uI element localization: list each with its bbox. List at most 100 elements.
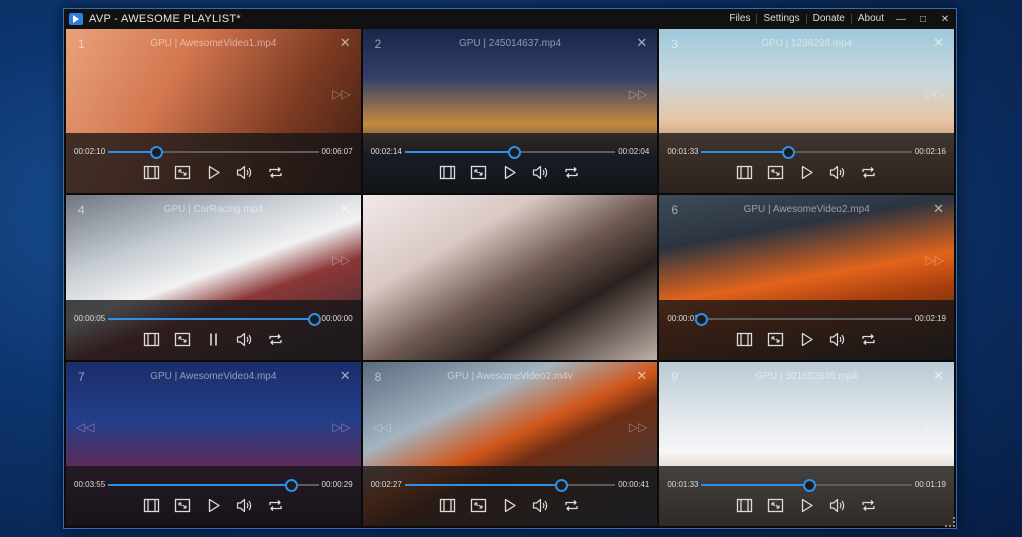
play-icon[interactable] (798, 498, 815, 513)
close-icon[interactable]: ✕ (933, 35, 944, 51)
skip-forward-icon[interactable]: ▷▷ (332, 420, 350, 434)
skip-forward-icon[interactable]: ▷▷ (926, 253, 944, 267)
seek-bar[interactable] (695, 312, 912, 326)
control-buttons (659, 498, 954, 513)
close-icon[interactable]: ✕ (933, 201, 944, 217)
repeat-icon[interactable] (563, 165, 580, 180)
menu-files[interactable]: Files (723, 14, 756, 24)
seek-bar[interactable] (108, 312, 322, 326)
total-time: 00:00:41 (618, 479, 650, 489)
skip-forward-icon[interactable]: ▷▷ (629, 87, 647, 101)
volume-icon[interactable] (236, 498, 253, 513)
title-bar[interactable]: AVP - AWESOME PLAYLIST* Files Settings D… (64, 9, 956, 29)
repeat-icon[interactable] (563, 498, 580, 513)
playlist-icon[interactable] (143, 498, 160, 513)
seek-handle[interactable] (508, 146, 522, 160)
skip-forward-icon[interactable]: ▷▷ (926, 87, 944, 101)
video-cell[interactable] (362, 195, 658, 360)
seek-handle[interactable] (695, 312, 709, 326)
play-icon[interactable] (205, 498, 222, 513)
seek-handle[interactable] (285, 478, 299, 492)
fullscreen-icon[interactable] (174, 498, 191, 513)
minimize-icon[interactable]: — (890, 14, 912, 25)
skip-forward-icon[interactable]: ▷▷ (332, 87, 350, 101)
menu-donate[interactable]: Donate (805, 14, 851, 24)
skip-forward-icon[interactable]: ▷▷ (332, 253, 350, 267)
seek-handle[interactable] (554, 478, 568, 492)
playlist-icon[interactable] (736, 332, 753, 347)
play-icon[interactable] (501, 165, 518, 180)
maximize-icon[interactable]: □ (912, 14, 934, 25)
playlist-icon[interactable] (143, 165, 160, 180)
repeat-icon[interactable] (860, 332, 877, 347)
play-icon[interactable] (798, 332, 815, 347)
playlist-icon[interactable] (439, 498, 456, 513)
close-icon[interactable]: ✕ (636, 368, 647, 384)
video-cell[interactable]: 7 GPU | AwesomeVideo4.mp4 ✕ ▷▷ ◁◁ 00:03:55 0… (66, 361, 361, 526)
volume-icon[interactable] (829, 332, 846, 347)
skip-forward-icon[interactable]: ▷▷ (926, 420, 944, 434)
skip-back-icon[interactable]: ◁◁ (373, 420, 391, 434)
seek-bar[interactable] (108, 478, 319, 492)
video-cell[interactable]: 4 GPU | CarRacing.mp4 ✕ ▷▷ 00:00:05 00:00:0… (66, 195, 361, 360)
playlist-icon[interactable] (439, 165, 456, 180)
volume-icon[interactable] (829, 498, 846, 513)
resize-grip-icon[interactable] (945, 517, 955, 527)
volume-icon[interactable] (236, 332, 253, 347)
fullscreen-icon[interactable] (174, 165, 191, 180)
skip-forward-icon[interactable]: ▷▷ (629, 420, 647, 434)
repeat-icon[interactable] (267, 165, 284, 180)
video-cell[interactable]: 9 GPU | 301652645.mp4 ✕ ▷▷ 00:01:33 00:01:1… (659, 361, 954, 526)
close-icon[interactable]: ✕ (340, 35, 351, 51)
seek-bar[interactable] (404, 146, 616, 160)
repeat-icon[interactable] (267, 498, 284, 513)
repeat-icon[interactable] (860, 165, 877, 180)
fullscreen-icon[interactable] (767, 332, 784, 347)
video-cell[interactable]: 1 GPU | AwesomeVideo1.mp4 ✕ ▷▷ 00:02:10 00:… (66, 29, 361, 194)
seek-bar[interactable] (701, 146, 912, 160)
video-cell[interactable]: 8 GPU | AwesomeVideo2.m4v ✕ ▷▷ ◁◁ 00:02:27 0… (362, 361, 658, 526)
play-icon[interactable] (205, 165, 222, 180)
fullscreen-icon[interactable] (767, 165, 784, 180)
close-icon[interactable]: ✕ (933, 368, 944, 384)
fullscreen-icon[interactable] (767, 498, 784, 513)
seek-bar[interactable] (701, 478, 912, 492)
play-icon[interactable] (798, 165, 815, 180)
video-cell[interactable]: 2 GPU | 245014637.mp4 ✕ ▷▷ 00:02:14 00:02:0… (362, 29, 658, 194)
video-title: GPU | AwesomeVideo1.mp4 (150, 38, 277, 49)
repeat-icon[interactable] (267, 332, 284, 347)
close-icon[interactable]: ✕ (340, 368, 351, 384)
seek-handle[interactable] (781, 146, 795, 160)
video-cell[interactable]: 3 GPU | 1238298.mp4 ✕ ▷▷ 00:01:33 00:02:16 (659, 29, 954, 194)
volume-icon[interactable] (236, 165, 253, 180)
total-time: 00:00:00 (321, 313, 353, 323)
repeat-icon[interactable] (860, 498, 877, 513)
seek-bar[interactable] (108, 146, 319, 160)
volume-icon[interactable] (829, 165, 846, 180)
fullscreen-icon[interactable] (470, 498, 487, 513)
volume-icon[interactable] (532, 165, 549, 180)
seek-handle[interactable] (802, 478, 816, 492)
menu-about[interactable]: About (850, 14, 890, 24)
fullscreen-icon[interactable] (174, 332, 191, 347)
pause-icon[interactable] (205, 332, 222, 347)
playlist-icon[interactable] (736, 165, 753, 180)
video-title: GPU | 301652645.mp4 (755, 370, 858, 382)
seek-handle[interactable] (150, 146, 164, 160)
video-cell[interactable]: 6 GPU | AwesomeVideo2.mp4 ✕ ▷▷ 00:00:01 00:… (659, 195, 954, 360)
current-time: 00:03:55 (74, 479, 106, 489)
close-icon[interactable]: ✕ (340, 201, 351, 217)
total-time: 00:02:19 (914, 313, 946, 323)
seek-handle[interactable] (308, 312, 322, 326)
skip-back-icon[interactable]: ◁◁ (76, 420, 94, 434)
close-icon[interactable]: ✕ (636, 35, 647, 51)
menu-settings[interactable]: Settings (756, 14, 805, 24)
playlist-icon[interactable] (736, 498, 753, 513)
fullscreen-icon[interactable] (470, 165, 487, 180)
close-window-icon[interactable]: ✕ (934, 14, 956, 25)
play-icon[interactable] (501, 498, 518, 513)
volume-icon[interactable] (532, 498, 549, 513)
seek-bar[interactable] (404, 478, 616, 492)
playlist-icon[interactable] (143, 332, 160, 347)
total-time: 00:00:29 (321, 479, 353, 489)
